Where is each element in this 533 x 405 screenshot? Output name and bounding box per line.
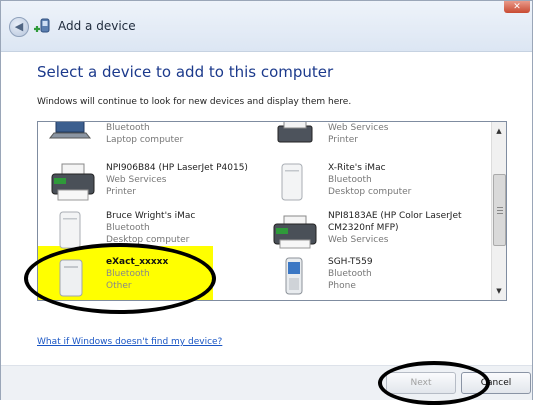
grip-line — [497, 213, 503, 214]
device-connection: Web Services — [328, 123, 389, 133]
annotation-circle-next — [378, 361, 490, 405]
add-device-window: ◀ Add a device ✕ Select a device to add … — [0, 0, 533, 400]
device-type: Printer — [106, 187, 136, 197]
device-name: NPI8183AE (HP Color LaserJet — [328, 211, 462, 221]
instruction-text: Windows will continue to look for new de… — [37, 97, 352, 107]
device-connection: Bluetooth — [106, 123, 150, 133]
device-item[interactable]: Web Services Printer — [268, 122, 488, 162]
device-connection: Bluetooth — [328, 269, 372, 279]
vertical-scrollbar[interactable]: ▲ ▼ — [491, 122, 506, 300]
device-type: Printer — [328, 135, 358, 145]
scroll-thumb[interactable] — [493, 174, 506, 246]
device-name: NPI906B84 (HP LaserJet P4015) — [106, 163, 248, 173]
device-item[interactable]: NPI8183AE (HP Color LaserJet CM2320nf MF… — [268, 210, 488, 254]
device-name: SGH-T559 — [328, 257, 373, 267]
device-item[interactable]: Bluetooth Laptop computer — [46, 122, 266, 162]
device-item[interactable]: SGH-T559 Bluetooth Phone — [268, 256, 488, 300]
title-bar: ◀ Add a device ✕ — [1, 1, 532, 52]
device-connection: Web Services — [106, 175, 167, 185]
device-name: Bruce Wright's iMac — [106, 211, 196, 221]
desktop-computer-icon — [281, 163, 303, 201]
laptop-icon — [48, 122, 92, 139]
device-model: CM2320nf MFP) — [328, 223, 399, 233]
device-type: Phone — [328, 281, 356, 291]
phone-icon — [285, 257, 303, 295]
add-device-icon — [34, 18, 50, 33]
window-title: Add a device — [58, 19, 136, 33]
printer-icon — [273, 215, 317, 249]
device-connection: Bluetooth — [328, 175, 372, 185]
device-connection: Bluetooth — [106, 223, 150, 233]
printer-icon — [277, 122, 313, 143]
scroll-down-arrow-icon[interactable]: ▼ — [492, 284, 506, 298]
device-type: Laptop computer — [106, 135, 184, 145]
annotation-circle-device — [24, 243, 216, 314]
printer-icon — [51, 163, 95, 201]
device-item[interactable]: X-Rite's iMac Bluetooth Desktop computer — [268, 162, 488, 206]
device-name: X-Rite's iMac — [328, 163, 386, 173]
grip-line — [497, 210, 503, 211]
back-button[interactable]: ◀ — [9, 17, 29, 37]
device-connection: Web Services — [328, 235, 389, 245]
device-type: Desktop computer — [328, 187, 412, 197]
page-heading: Select a device to add to this computer — [37, 63, 334, 81]
help-link[interactable]: What if Windows doesn't find my device? — [37, 337, 222, 347]
device-item[interactable]: NPI906B84 (HP LaserJet P4015) Web Servic… — [46, 162, 266, 206]
grip-line — [497, 207, 503, 208]
scroll-up-arrow-icon[interactable]: ▲ — [492, 124, 506, 138]
close-button[interactable]: ✕ — [504, 1, 530, 13]
